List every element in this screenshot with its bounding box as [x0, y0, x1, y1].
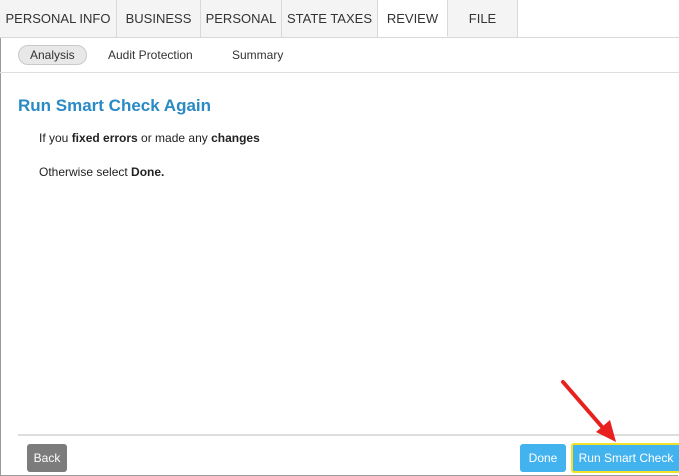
main-tab-bar: PERSONAL INFO BUSINESS PERSONAL STATE TA… [0, 0, 679, 38]
instruction-text: Otherwise select [39, 165, 132, 179]
instruction-text: or made any [137, 131, 212, 145]
tab-state-taxes[interactable]: STATE TAXES [282, 0, 378, 37]
page-title: Run Smart Check Again [18, 96, 212, 115]
tab-business[interactable]: BUSINESS [117, 0, 201, 37]
instruction-bold-text: fixed errors [71, 131, 138, 145]
done-button[interactable]: Done [520, 444, 566, 472]
footer-divider [18, 434, 679, 436]
tab-personal[interactable]: PERSONAL [201, 0, 282, 37]
tab-file[interactable]: FILE [448, 0, 518, 37]
sub-tab-bar: Analysis Audit Protection Summary [0, 38, 679, 73]
instruction-otherwise-done: Otherwise select Done. [39, 165, 164, 179]
instruction-fixed-errors: If you fixed errors or made any changes [39, 131, 260, 145]
back-button[interactable]: Back [27, 444, 67, 472]
subtab-summary[interactable]: Summary [232, 45, 283, 65]
instruction-bold-text: changes [211, 131, 260, 145]
instruction-text: If you [39, 131, 72, 145]
tab-bar-filler [518, 0, 679, 37]
instruction-bold-text: Done. [131, 165, 165, 179]
tab-review[interactable]: REVIEW [378, 0, 448, 37]
tab-personal-info[interactable]: PERSONAL INFO [0, 0, 117, 37]
subtab-analysis[interactable]: Analysis [18, 45, 87, 65]
subtab-audit-protection[interactable]: Audit Protection [108, 45, 193, 65]
run-smart-check-button[interactable]: Run Smart Check [571, 443, 679, 473]
